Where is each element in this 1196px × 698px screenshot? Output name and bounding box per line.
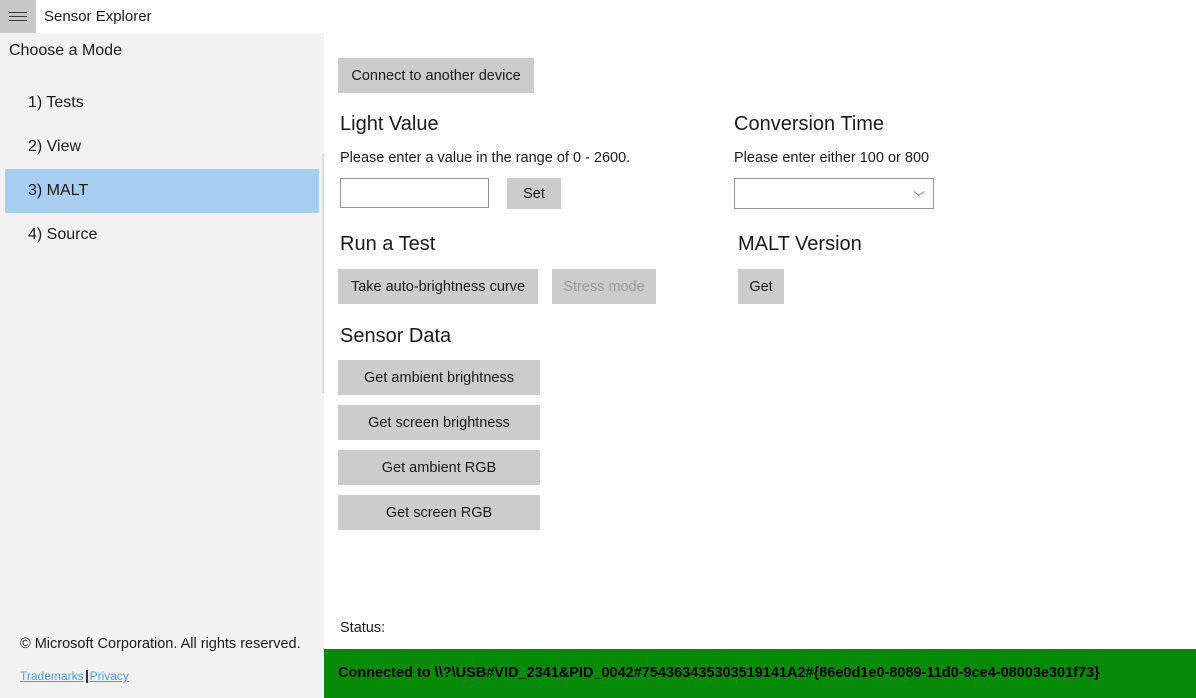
status-label: Status: — [340, 620, 385, 636]
trademarks-link[interactable]: Trademarks — [20, 669, 84, 683]
status-message: Connected to \\?\USB#VID_2341&PID_0042#7… — [338, 649, 1100, 698]
sidebar: Choose a Mode 1) Tests 2) View 3) MALT 4… — [0, 33, 324, 698]
get-screen-brightness-button[interactable]: Get screen brightness — [338, 405, 540, 440]
hamburger-icon[interactable] — [0, 0, 36, 33]
run-a-test-heading: Run a Test — [340, 233, 435, 256]
stress-mode-button: Stress mode — [552, 269, 656, 304]
hamburger-bar — [9, 20, 27, 21]
connect-to-another-device-button[interactable]: Connect to another device — [338, 58, 534, 93]
sidebar-item-malt[interactable]: 3) MALT — [5, 169, 319, 213]
get-screen-rgb-button[interactable]: Get screen RGB — [338, 495, 540, 530]
get-ambient-rgb-button[interactable]: Get ambient RGB — [338, 450, 540, 485]
hamburger-bar — [9, 16, 27, 17]
get-malt-version-button[interactable]: Get — [738, 269, 784, 304]
chevron-down-icon — [914, 190, 923, 199]
light-value-input[interactable] — [340, 178, 489, 208]
sidebar-heading: Choose a Mode — [9, 42, 122, 60]
mode-list: 1) Tests 2) View 3) MALT 4) Source — [0, 81, 324, 257]
conversion-time-dropdown[interactable] — [734, 178, 934, 209]
app-title: Sensor Explorer — [44, 0, 152, 33]
link-separator — [86, 670, 88, 683]
light-value-hint: Please enter a value in the range of 0 -… — [340, 150, 630, 166]
legal-links: Trademarks Privacy — [20, 669, 129, 683]
sensor-data-heading: Sensor Data — [340, 325, 451, 348]
conversion-time-hint: Please enter either 100 or 800 — [734, 150, 929, 166]
privacy-link[interactable]: Privacy — [90, 669, 129, 683]
conversion-time-heading: Conversion Time — [734, 113, 884, 136]
copyright-text: © Microsoft Corporation. All rights rese… — [20, 636, 301, 652]
take-auto-brightness-curve-button[interactable]: Take auto-brightness curve — [338, 269, 538, 304]
hamburger-bar — [9, 12, 27, 13]
malt-version-heading: MALT Version — [738, 233, 862, 256]
title-bar: Sensor Explorer — [0, 0, 1196, 33]
set-light-value-button[interactable]: Set — [507, 178, 561, 209]
sidebar-item-tests[interactable]: 1) Tests — [5, 81, 319, 125]
sidebar-item-view[interactable]: 2) View — [5, 125, 319, 169]
light-value-heading: Light Value — [340, 113, 439, 136]
get-ambient-brightness-button[interactable]: Get ambient brightness — [338, 360, 540, 395]
sidebar-item-source[interactable]: 4) Source — [5, 213, 319, 257]
status-banner: Connected to \\?\USB#VID_2341&PID_0042#7… — [324, 649, 1196, 698]
main-content: Connect to another device Light Value Pl… — [324, 33, 1196, 698]
